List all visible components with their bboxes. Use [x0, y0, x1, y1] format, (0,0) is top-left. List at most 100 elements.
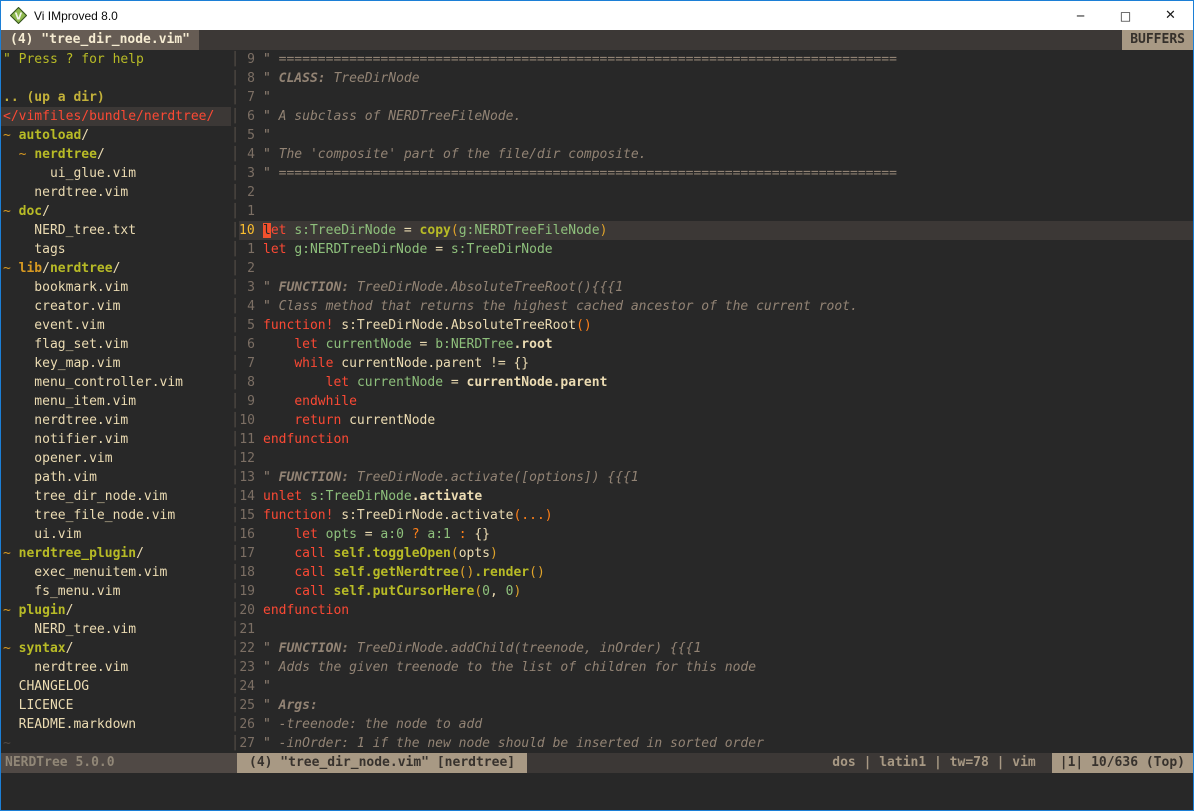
- code-line[interactable]: 18 call self.getNerdtree().render(): [239, 563, 1193, 582]
- code-line[interactable]: 1let g:NERDTreeDirNode = s:TreeDirNode: [239, 240, 1193, 259]
- line-number-gap: [255, 468, 263, 487]
- tree-item[interactable]: ~ doc/: [3, 202, 231, 221]
- tree-item[interactable]: ~ autoload/: [3, 126, 231, 145]
- code-line[interactable]: 11endfunction: [239, 430, 1193, 449]
- code-line[interactable]: 2: [239, 259, 1193, 278]
- code-line[interactable]: 20endfunction: [239, 601, 1193, 620]
- code-line[interactable]: 2: [239, 183, 1193, 202]
- tree-item[interactable]: menu_controller.vim: [3, 373, 231, 392]
- tree-item[interactable]: tree_file_node.vim: [3, 506, 231, 525]
- line-number-gap: [255, 164, 263, 183]
- code-line[interactable]: 3" =====================================…: [239, 164, 1193, 183]
- code-token: opts: [326, 527, 357, 542]
- minimize-button[interactable]: ─: [1058, 1, 1103, 30]
- code-line-current[interactable]: 10let s:TreeDirNode = copy(g:NERDTreeFil…: [239, 221, 1193, 240]
- tree-item[interactable]: tags: [3, 240, 231, 259]
- code-line[interactable]: 26" -treenode: the node to add: [239, 715, 1193, 734]
- code-line[interactable]: 27" -inOrder: 1 if the new node should b…: [239, 734, 1193, 753]
- code-line[interactable]: 1: [239, 202, 1193, 221]
- tree-item[interactable]: ~ lib/nerdtree/: [3, 259, 231, 278]
- tree-item[interactable]: ~ syntax/: [3, 639, 231, 658]
- maximize-button[interactable]: □: [1103, 1, 1148, 30]
- code-line[interactable]: 10 return currentNode: [239, 411, 1193, 430]
- tree-item[interactable]: menu_item.vim: [3, 392, 231, 411]
- tree-item[interactable]: exec_menuitem.vim: [3, 563, 231, 582]
- tree-item[interactable]: LICENCE: [3, 696, 231, 715]
- tree-item[interactable]: bookmark.vim: [3, 278, 231, 297]
- code-token: return: [294, 413, 341, 428]
- code-token: [318, 527, 326, 542]
- tree-item[interactable]: nerdtree.vim: [3, 658, 231, 677]
- code-line[interactable]: 7 while currentNode.parent != {}: [239, 354, 1193, 373]
- code-line[interactable]: 14unlet s:TreeDirNode.activate: [239, 487, 1193, 506]
- tree-item[interactable]: NERD_tree.txt: [3, 221, 231, 240]
- tree-item[interactable]: nerdtree.vim: [3, 411, 231, 430]
- line-number-gap: [255, 430, 263, 449]
- code-token: doc: [19, 204, 42, 219]
- code-line[interactable]: 4" The 'composite' part of the file/dir …: [239, 145, 1193, 164]
- tree-item[interactable]: notifier.vim: [3, 430, 231, 449]
- tree-root-path[interactable]: </vimfiles/bundle/nerdtree/: [1, 107, 231, 126]
- tree-item[interactable]: NERD_tree.vim: [3, 620, 231, 639]
- cursor-block: l: [263, 223, 271, 238]
- command-line[interactable]: [1, 773, 1193, 810]
- code-line[interactable]: 8" CLASS: TreeDirNode: [239, 69, 1193, 88]
- tree-item[interactable]: ~ nerdtree/: [3, 145, 231, 164]
- tree-item[interactable]: ~ plugin/: [3, 601, 231, 620]
- code-line[interactable]: 5": [239, 126, 1193, 145]
- tree-item[interactable]: ui.vim: [3, 525, 231, 544]
- code-token: self.getNerdtree: [333, 565, 458, 580]
- main-area: " Press ? for help .. (up a dir)</vimfile…: [1, 50, 1193, 753]
- tree-item[interactable]: tree_dir_node.vim: [3, 487, 231, 506]
- code-line[interactable]: 17 call self.toggleOpen(opts): [239, 544, 1193, 563]
- tree-item[interactable]: flag_set.vim: [3, 335, 231, 354]
- tree-item[interactable]: ~: [3, 734, 231, 753]
- tree-item[interactable]: key_map.vim: [3, 354, 231, 373]
- tree-item[interactable]: ~ nerdtree_plugin/: [3, 544, 231, 563]
- tree-item[interactable]: CHANGELOG: [3, 677, 231, 696]
- code-line[interactable]: 12: [239, 449, 1193, 468]
- code-token: ": [263, 470, 279, 485]
- code-token: " ======================================…: [263, 166, 897, 181]
- code-line[interactable]: 9 endwhile: [239, 392, 1193, 411]
- tree-item[interactable]: .. (up a dir): [3, 88, 231, 107]
- window-separator[interactable]: │ │ │ │ │ │ │ │ │ │ │ │ │ │ │ │ │ │ │ │ …: [231, 50, 239, 753]
- code-line[interactable]: 5function! s:TreeDirNode.AbsoluteTreeRoo…: [239, 316, 1193, 335]
- code-line[interactable]: 22" FUNCTION: TreeDirNode.addChild(treen…: [239, 639, 1193, 658]
- code-token: ~: [3, 261, 19, 276]
- code-token: /: [81, 128, 89, 143]
- code-line[interactable]: 9" =====================================…: [239, 50, 1193, 69]
- tree-item[interactable]: path.vim: [3, 468, 231, 487]
- code-line[interactable]: 7": [239, 88, 1193, 107]
- code-line[interactable]: 6" A subclass of NERDTreeFileNode.: [239, 107, 1193, 126]
- buffers-label[interactable]: BUFFERS: [1122, 30, 1193, 50]
- tree-item[interactable]: fs_menu.vim: [3, 582, 231, 601]
- code-line[interactable]: 21: [239, 620, 1193, 639]
- code-token: let: [294, 337, 317, 352]
- tree-item[interactable]: nerdtree.vim: [3, 183, 231, 202]
- code-line[interactable]: 25" Args:: [239, 696, 1193, 715]
- code-line[interactable]: 3" FUNCTION: TreeDirNode.AbsoluteTreeRoo…: [239, 278, 1193, 297]
- code-line[interactable]: 15function! s:TreeDirNode.activate(...): [239, 506, 1193, 525]
- code-token: [263, 527, 294, 542]
- tree-item[interactable]: creator.vim: [3, 297, 231, 316]
- code-line[interactable]: 13" FUNCTION: TreeDirNode.activate([opti…: [239, 468, 1193, 487]
- tree-item[interactable]: event.vim: [3, 316, 231, 335]
- line-number: 6: [239, 335, 255, 354]
- code-line[interactable]: 4" Class method that returns the highest…: [239, 297, 1193, 316]
- close-button[interactable]: ✕: [1148, 1, 1193, 30]
- code-line[interactable]: 24": [239, 677, 1193, 696]
- code-line[interactable]: 6 let currentNode = b:NERDTree.root: [239, 335, 1193, 354]
- code-line[interactable]: 8 let currentNode = currentNode.parent: [239, 373, 1193, 392]
- tree-item[interactable]: opener.vim: [3, 449, 231, 468]
- code-line[interactable]: 16 let opts = a:0 ? a:1 : {}: [239, 525, 1193, 544]
- code-line[interactable]: 19 call self.putCursorHere(0, 0): [239, 582, 1193, 601]
- code-token: /: [42, 261, 50, 276]
- tree-item[interactable]: " Press ? for help: [3, 50, 231, 69]
- tree-item[interactable]: ui_glue.vim: [3, 164, 231, 183]
- code-line[interactable]: 23" Adds the given treenode to the list …: [239, 658, 1193, 677]
- code-token: ": [263, 90, 271, 105]
- code-token: ): [600, 223, 608, 238]
- tab-tree-dir-node[interactable]: (4) "tree_dir_node.vim": [1, 30, 199, 50]
- tree-item[interactable]: README.markdown: [3, 715, 231, 734]
